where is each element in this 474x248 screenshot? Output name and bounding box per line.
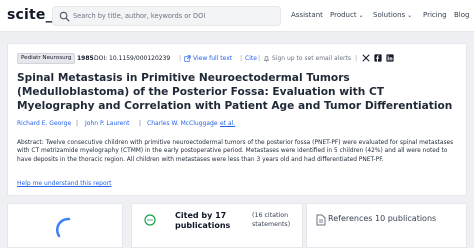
twitter-icon[interactable] [362,54,370,62]
author-link[interactable]: John P. Laurent [85,120,129,127]
publication-year: 1985 [77,55,94,62]
scite-logo[interactable]: scite_ [7,7,53,23]
author-link[interactable]: Richard E. George [17,120,71,127]
cited-by-panel[interactable]: Cited by 17 publications (16 citation st… [131,203,303,248]
separator: | [240,54,243,62]
nav-blog[interactable]: Blog [454,11,469,19]
separator: | [139,120,142,127]
bell-icon [263,56,270,62]
abstract-text: Abstract: Twelve consecutive children wi… [17,140,454,163]
author-link[interactable]: Charles W. McCluggage [147,120,218,127]
references-icon [316,214,326,226]
nav-assistant[interactable]: Assistant [291,11,323,19]
references-label: References 10 publications [328,214,437,223]
journal-badge[interactable]: Pediatr Neurosurg [17,53,76,64]
search-input[interactable] [73,9,277,23]
chevron-down-icon: ⌄ [407,12,413,19]
doi-text: DOI: 10.1159/000120239 [94,55,171,62]
chat-bubble-icon [144,214,156,226]
search-box[interactable] [52,6,281,26]
more-authors-link[interactable]: et al. [220,120,235,127]
email-alerts-link[interactable]: Sign up to set email alerts [272,55,351,62]
view-full-text-link[interactable]: View full text [193,55,232,62]
nav-pricing[interactable]: Pricing [423,11,447,19]
nav-solutions[interactable]: Solutions ⌄ [373,11,412,19]
cited-by-label: Cited by 17 publications [175,211,231,230]
separator: | [355,54,358,62]
external-link-icon [184,55,191,62]
nav-product-label: Product [330,11,357,19]
separator: | [76,120,79,127]
loading-panel [7,203,123,248]
top-navigation-bar: scite_ Assistant Product⌄ Solutions⌄ Pri… [0,0,474,32]
cite-link[interactable]: Cite [245,55,257,62]
separator: | [258,54,261,62]
facebook-icon[interactable] [374,54,382,62]
article-title: Spinal Metastasis in Primitive Neuroecto… [17,72,453,112]
chevron-down-icon: ⌄ [358,12,364,19]
separator: | [179,54,182,62]
nav-product[interactable]: Product ⌄ [330,11,364,19]
references-panel[interactable]: References 10 publications [306,203,467,248]
citation-statements-count: (16 citation statements) [252,212,291,228]
linkedin-icon[interactable] [386,54,394,62]
help-understand-link[interactable]: Help me understand this report [17,180,111,187]
article-card: Pediatr Neurosurg 1985 DOI: 10.1159/0001… [7,43,467,196]
search-icon [59,11,70,22]
separator: | [212,120,215,127]
nav-solutions-label: Solutions [373,11,406,19]
loading-spinner-icon [56,217,71,238]
